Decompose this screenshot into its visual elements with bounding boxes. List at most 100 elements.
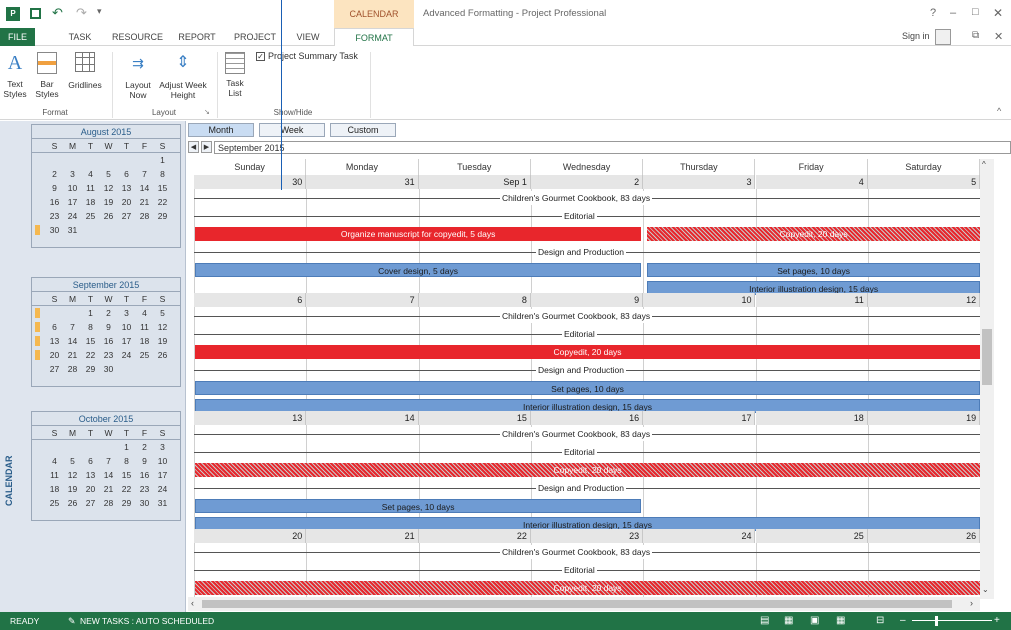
help-button[interactable]: ? — [930, 7, 936, 19]
mini-calendar-week[interactable]: 9 10 11 12 13 14 15 — [32, 181, 180, 195]
task-bar-set-pages[interactable]: Set pages, 10 days — [195, 381, 981, 395]
mini-calendar-day[interactable]: 7 — [100, 454, 117, 468]
mini-calendar-day[interactable]: 15 — [154, 181, 171, 195]
mini-calendar-day[interactable]: 26 — [100, 209, 117, 223]
mini-calendar-day[interactable]: 13 — [118, 181, 135, 195]
mini-calendar-day[interactable]: 4 — [46, 454, 63, 468]
mini-calendar-day[interactable]: 24 — [154, 482, 171, 496]
mini-calendar-day[interactable]: 17 — [118, 334, 135, 348]
mini-calendar-week[interactable]: 16 17 18 19 20 21 22 — [32, 195, 180, 209]
mini-calendar-day[interactable]: 19 — [64, 482, 81, 496]
zoom-icon[interactable]: ⊟ — [876, 612, 884, 630]
adjust-week-height-button[interactable]: ⇕ Adjust Week Height — [154, 50, 212, 100]
mini-calendar-day[interactable]: 2 — [46, 167, 63, 181]
mini-calendar-week[interactable]: 30 31 — [32, 223, 180, 237]
date-cell[interactable]: 30 — [194, 175, 307, 189]
mini-calendar-day[interactable]: 12 — [100, 181, 117, 195]
zoom-slider[interactable] — [912, 620, 992, 621]
date-cell[interactable]: 21 — [306, 529, 419, 543]
mini-calendar-day[interactable]: 13 — [46, 334, 63, 348]
tab-task[interactable]: TASK — [60, 28, 100, 46]
mini-calendar-day[interactable]: 4 — [82, 167, 99, 181]
date-cell[interactable]: 13 — [194, 411, 307, 425]
mini-calendar-day[interactable]: 30 — [46, 223, 63, 237]
layout-now-button[interactable]: ⇉ Layout Now — [123, 50, 153, 100]
scroll-left-icon[interactable]: ‹ — [191, 598, 194, 608]
mini-calendar-week[interactable]: 2345678 — [32, 167, 180, 181]
mini-calendar-day[interactable]: 6 — [118, 167, 135, 181]
mini-calendar-day[interactable]: 27 — [82, 496, 99, 510]
scroll-up-icon[interactable]: ^ — [982, 160, 986, 169]
mini-calendar-day[interactable]: 18 — [82, 195, 99, 209]
date-cell[interactable]: 11 — [755, 293, 868, 307]
mini-calendar-day[interactable]: 14 — [100, 468, 117, 482]
mini-calendar-day[interactable]: 2 — [100, 306, 117, 320]
summary-task-editorial[interactable]: Editorial — [194, 209, 981, 223]
date-cell[interactable]: 24 — [643, 529, 756, 543]
date-cell[interactable]: 4 — [755, 175, 868, 189]
mini-calendar-week[interactable]: 13 14 15 16 17 18 19 — [32, 334, 180, 348]
mini-calendar-day[interactable]: 23 — [136, 482, 153, 496]
mini-calendar-day[interactable]: 10 — [154, 454, 171, 468]
mini-calendar-day[interactable]: 28 — [136, 209, 153, 223]
mini-calendar-day[interactable]: 11 — [136, 320, 153, 334]
mini-calendar-week[interactable]: 6 7 8 9 10 11 12 — [32, 320, 180, 334]
scroll-thumb[interactable] — [982, 329, 992, 385]
summary-task-editorial[interactable]: Editorial — [194, 445, 981, 459]
date-cell[interactable]: 22 — [418, 529, 531, 543]
minimize-button[interactable]: – — [950, 7, 956, 19]
mini-calendar-day[interactable]: 10 — [118, 320, 135, 334]
mini-calendar-day[interactable]: 25 — [82, 209, 99, 223]
summary-task-editorial[interactable]: Editorial — [194, 563, 981, 577]
summary-task-cookbook[interactable]: Children's Gourmet Cookbook, 83 days — [194, 427, 981, 441]
scroll-down-icon[interactable]: ⌄ — [982, 585, 989, 594]
signin-link[interactable]: Sign in — [902, 31, 930, 41]
summary-task-cookbook[interactable]: Children's Gourmet Cookbook, 83 days — [194, 191, 981, 205]
mini-calendar-day[interactable]: 16 — [100, 334, 117, 348]
layout-launcher-icon[interactable]: ↘ — [204, 108, 210, 116]
save-icon[interactable] — [30, 8, 41, 19]
mini-calendar-day[interactable]: 19 — [154, 334, 171, 348]
date-cell[interactable]: 7 — [306, 293, 419, 307]
mini-calendar-day[interactable]: 25 — [136, 348, 153, 362]
date-cell[interactable]: 31 — [306, 175, 419, 189]
mini-calendar-day[interactable]: 31 — [154, 496, 171, 510]
close-doc-button[interactable]: ✕ — [994, 30, 1003, 43]
zoom-out-icon[interactable]: – — [900, 612, 906, 630]
mini-calendar-day[interactable]: 4 — [136, 306, 153, 320]
mini-calendar-day[interactable]: 17 — [64, 195, 81, 209]
tab-view[interactable]: VIEW — [288, 28, 328, 46]
mini-calendar-day[interactable]: 24 — [64, 209, 81, 223]
mini-calendar-week[interactable]: 18 19 20 21 22 23 24 — [32, 482, 180, 496]
mini-calendar-week[interactable]: 11 12 13 14 15 16 17 — [32, 468, 180, 482]
tab-file[interactable]: FILE — [0, 28, 35, 46]
mini-calendar-day[interactable]: 5 — [100, 167, 117, 181]
tab-resource[interactable]: RESOURCE — [110, 28, 165, 46]
mini-calendar-day[interactable]: 26 — [154, 348, 171, 362]
mini-calendar-day[interactable]: 17 — [154, 468, 171, 482]
summary-task-design-production[interactable]: Design and Production — [194, 245, 981, 259]
mini-calendar-day[interactable]: 7 — [64, 320, 81, 334]
mini-calendar-day[interactable]: 8 — [82, 320, 99, 334]
mini-calendar-day[interactable]: 21 — [64, 348, 81, 362]
collapse-ribbon-icon[interactable]: ^ — [997, 106, 1001, 116]
bar-styles-button[interactable]: Bar Styles — [34, 50, 60, 99]
next-month-button[interactable]: ▶ — [201, 141, 212, 153]
zoom-thumb[interactable] — [935, 616, 938, 626]
mini-calendar-day[interactable]: 27 — [118, 209, 135, 223]
date-cell[interactable]: 26 — [867, 529, 981, 543]
mini-calendar-day[interactable]: 28 — [64, 362, 81, 376]
mini-calendar-day[interactable]: 8 — [118, 454, 135, 468]
mini-calendar-day[interactable]: 3 — [64, 167, 81, 181]
mini-calendar-day[interactable]: 12 — [154, 320, 171, 334]
zoom-in-icon[interactable]: + — [994, 612, 1000, 630]
date-cell[interactable]: 8 — [418, 293, 531, 307]
date-cell[interactable]: 10 — [643, 293, 756, 307]
mini-calendar-day[interactable]: 6 — [82, 454, 99, 468]
resource-sheet-icon[interactable]: ▦ — [836, 612, 845, 630]
mini-calendar-day[interactable]: 9 — [100, 320, 117, 334]
mini-calendar-day[interactable]: 14 — [136, 181, 153, 195]
mini-calendar-day[interactable]: 29 — [154, 209, 171, 223]
summary-task-cookbook[interactable]: Children's Gourmet Cookbook, 83 days — [194, 309, 981, 323]
task-list-button[interactable]: Task List — [220, 50, 250, 98]
